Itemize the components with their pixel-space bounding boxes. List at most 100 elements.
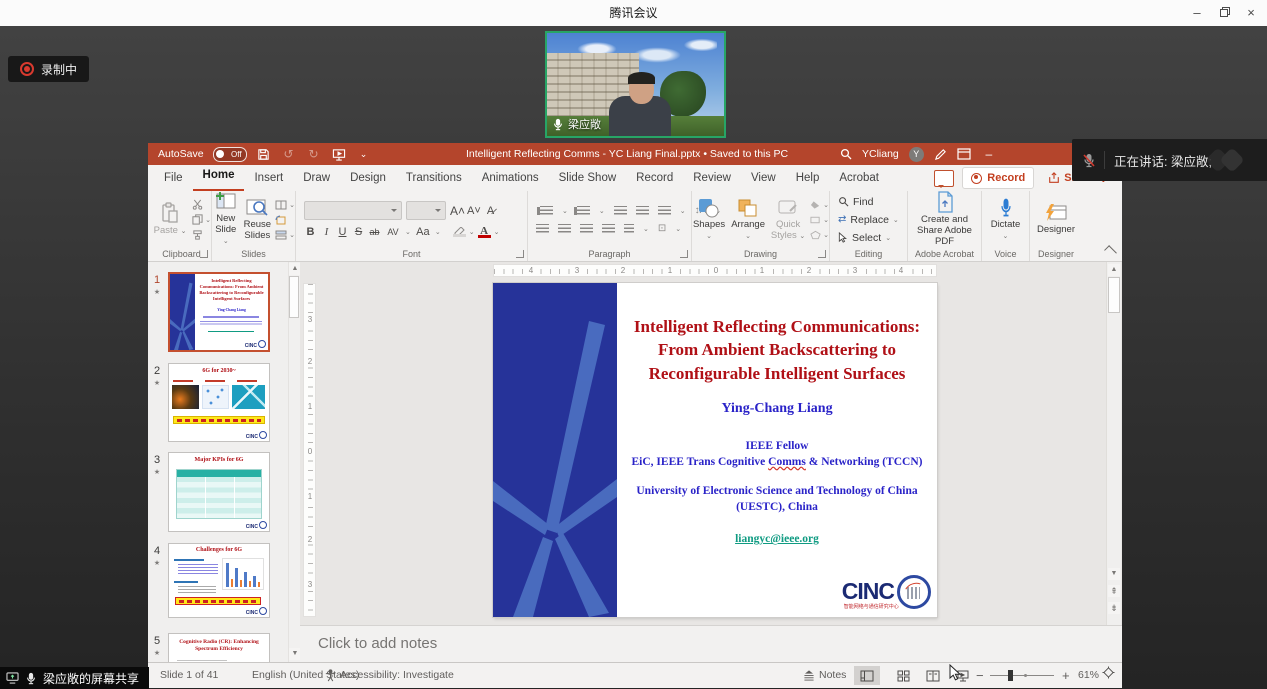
speaker-video-thumbnail[interactable]: 梁应敞 <box>545 31 726 138</box>
thumb-scroll-thumb[interactable] <box>289 276 299 318</box>
slide-layout-icon[interactable]: ⌄ <box>275 199 295 211</box>
next-slide-icon[interactable]: ⇟ <box>1108 602 1120 614</box>
pen-mode-icon[interactable] <box>934 148 947 161</box>
document-title[interactable]: Intelligent Reflecting Comms - YC Liang … <box>466 143 788 165</box>
comments-icon[interactable] <box>934 170 954 187</box>
tab-view[interactable]: View <box>741 166 786 190</box>
tab-help[interactable]: Help <box>786 166 830 190</box>
notes-pane[interactable]: Click to add notes <box>300 625 1122 663</box>
underline-button[interactable]: U <box>336 226 349 238</box>
redo-icon[interactable]: ↻ <box>306 146 322 162</box>
strikethrough-button[interactable]: S <box>352 226 365 238</box>
find-button[interactable]: Find <box>838 194 873 209</box>
char-spacing-icon[interactable]: AV <box>384 227 402 237</box>
align-center-icon[interactable] <box>558 224 571 234</box>
justify-icon[interactable] <box>602 224 615 234</box>
record-button[interactable]: Record <box>962 167 1034 189</box>
search-icon[interactable] <box>840 148 852 160</box>
shape-effects-icon[interactable]: ⌄ <box>810 229 829 241</box>
increase-indent-icon[interactable] <box>636 206 649 216</box>
user-name[interactable]: YCliang <box>862 148 899 160</box>
slide-thumbnail[interactable]: Challenges for 6G CINC <box>168 543 270 618</box>
align-right-icon[interactable] <box>580 224 593 234</box>
bullets-icon[interactable] <box>540 206 553 216</box>
fit-slide-button[interactable] <box>1102 664 1115 689</box>
shrink-font-icon[interactable]: A˅ <box>467 205 480 217</box>
numbering-icon[interactable] <box>577 206 590 216</box>
scroll-down-icon[interactable]: ▼ <box>1108 568 1120 580</box>
arrange-button[interactable]: Arrange ⌄ <box>730 198 766 242</box>
ppt-minimize-icon[interactable]: – <box>981 146 997 162</box>
create-adobe-pdf-button[interactable]: Create and Share Adobe PDF <box>912 191 978 248</box>
highlight-color-icon[interactable] <box>453 227 466 237</box>
drawing-dialog-launcher[interactable] <box>818 250 826 258</box>
change-case-icon[interactable]: Aa <box>414 226 432 238</box>
font-color-icon[interactable]: A <box>478 225 491 238</box>
dictate-button[interactable]: Dictate⌄ <box>984 198 1028 242</box>
section-icon[interactable]: ⌄ <box>275 229 295 241</box>
close-icon[interactable]: × <box>1237 0 1265 26</box>
tab-file[interactable]: File <box>154 166 193 190</box>
tab-transitions[interactable]: Transitions <box>396 166 472 190</box>
reuse-slides-button[interactable]: Reuse Slides <box>244 198 272 242</box>
restore-icon[interactable] <box>1211 0 1239 26</box>
shapes-button[interactable]: Shapes ⌄ <box>692 198 726 242</box>
zoom-slider-track[interactable] <box>990 675 1054 676</box>
paragraph-dialog-launcher[interactable] <box>680 250 688 258</box>
scroll-up-icon[interactable]: ▲ <box>1108 264 1120 276</box>
slide-thumbnail[interactable]: 6G for 2030~ CINC <box>168 363 270 442</box>
tab-insert[interactable]: Insert <box>244 166 293 190</box>
undo-icon[interactable]: ↺ <box>281 146 297 162</box>
cut-icon[interactable] <box>192 199 203 211</box>
slide-thumbnail[interactable]: Major KPIs for 6G CINC <box>168 452 270 532</box>
shape-fill-icon[interactable]: ⌄ <box>810 199 829 211</box>
slide-email-link[interactable]: liangyc@ieee.org <box>735 533 819 545</box>
clipboard-dialog-launcher[interactable] <box>200 250 208 258</box>
toolbar-options-icon[interactable]: ⌄ <box>356 146 372 162</box>
avatar[interactable]: Y <box>909 147 924 162</box>
convert-smartart-icon[interactable]: ⊡ <box>658 223 666 234</box>
reading-view-button[interactable] <box>920 666 946 685</box>
copy-icon[interactable]: ⌄ <box>192 214 211 226</box>
slide-thumbnail[interactable]: Cognitive Radio (CR): Enhancing Spectrum… <box>168 633 270 662</box>
font-size-select[interactable] <box>406 201 446 220</box>
slide-thumbnail[interactable]: Intelligent Reflecting Communications: F… <box>168 272 270 352</box>
italic-button[interactable]: I <box>320 226 333 238</box>
ribbon-display-icon[interactable] <box>957 148 971 160</box>
tab-design[interactable]: Design <box>340 166 396 190</box>
replace-button[interactable]: ⇄ Replace⌄ <box>838 212 899 227</box>
tab-slide-show[interactable]: Slide Show <box>549 166 627 190</box>
slide-title[interactable]: Intelligent Reflecting Communications: F… <box>623 315 931 385</box>
thumbnail-scrollbar[interactable]: ▲ ▼ <box>288 262 300 662</box>
editor-scrollbar[interactable]: ▲ ▼ ⇞ ⇟ <box>1106 262 1121 625</box>
collapse-ribbon-icon[interactable] <box>1104 245 1117 258</box>
zoom-level[interactable]: 61% <box>1078 663 1099 688</box>
save-icon[interactable] <box>256 146 272 162</box>
slide-author[interactable]: Ying-Chang Liang <box>617 401 937 417</box>
paste-button[interactable]: Paste ⌄ <box>152 202 188 237</box>
zoom-in-button[interactable]: + <box>1062 663 1070 688</box>
slide-canvas[interactable]: Intelligent Reflecting Communications: F… <box>493 283 937 617</box>
format-painter-icon[interactable] <box>192 229 203 241</box>
bold-button[interactable]: B <box>304 226 317 238</box>
shape-outline-icon[interactable]: ⌄ <box>810 214 829 226</box>
decrease-indent-icon[interactable] <box>614 206 627 216</box>
designer-button[interactable]: Designer <box>1032 203 1080 236</box>
slide-sorter-view-button[interactable] <box>890 666 916 685</box>
new-slide-button[interactable]: New Slide ⌄ <box>212 192 240 247</box>
select-button[interactable]: Select⌄ <box>838 230 891 245</box>
previous-slide-icon[interactable]: ⇞ <box>1108 585 1120 597</box>
tab-review[interactable]: Review <box>683 166 741 190</box>
columns-icon[interactable] <box>624 224 634 234</box>
tab-home[interactable]: Home <box>193 165 245 192</box>
font-dialog-launcher[interactable] <box>516 250 524 258</box>
tab-animations[interactable]: Animations <box>472 166 549 190</box>
autosave-toggle[interactable]: Off <box>213 147 247 162</box>
quick-styles-button[interactable]: Quick Styles ⌄ <box>770 198 806 242</box>
tab-record[interactable]: Record <box>626 166 683 190</box>
shadow-button[interactable]: ab <box>368 227 381 237</box>
line-spacing-icon[interactable] <box>658 206 671 216</box>
reset-slide-icon[interactable] <box>275 214 287 226</box>
grow-font-icon[interactable]: A˄ <box>450 204 463 218</box>
zoom-out-button[interactable]: − <box>976 663 984 688</box>
